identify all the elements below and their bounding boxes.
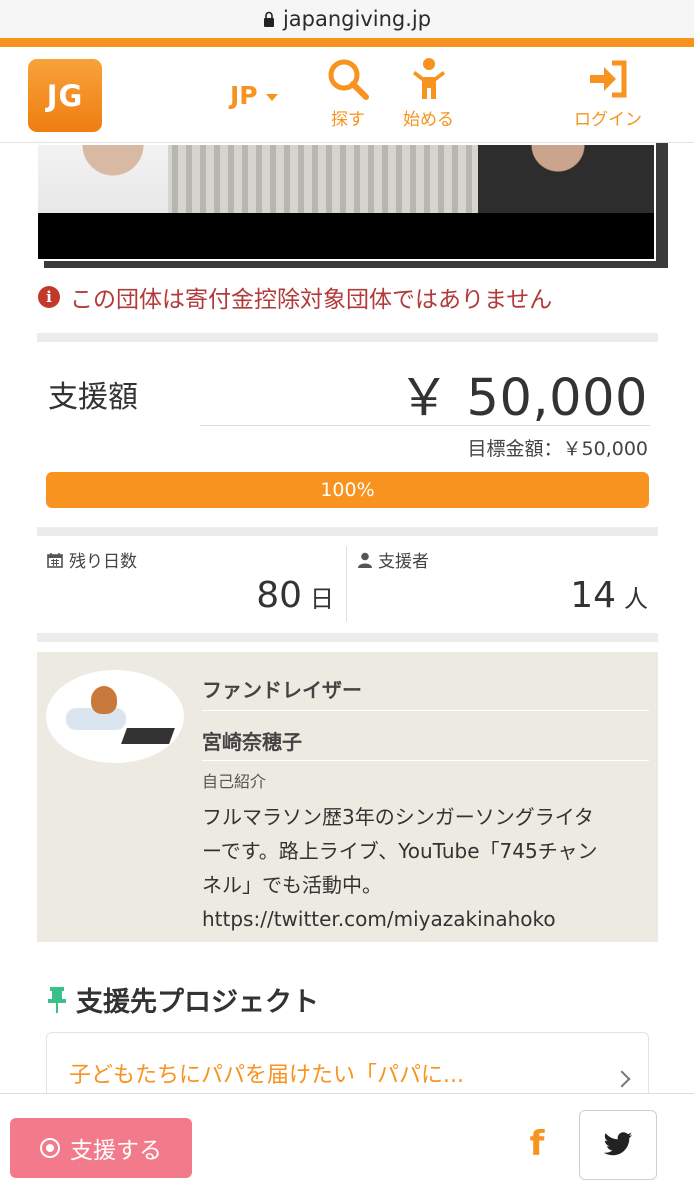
pin-icon	[48, 986, 66, 1013]
progress-label: 100%	[320, 479, 375, 501]
supporters-label: 支援者	[358, 547, 429, 572]
avatar-hair	[91, 686, 117, 714]
search-icon	[328, 59, 369, 100]
target-icon	[40, 1138, 60, 1158]
twitter-icon	[603, 1132, 633, 1156]
section-divider	[37, 333, 658, 342]
days-number: 80	[256, 575, 302, 616]
project-heading-text: 支援先プロジェクト	[76, 987, 319, 1018]
twitter-share-button[interactable]	[579, 1110, 657, 1180]
fundraiser-intro: フルマラソン歴3年のシンガーソングライタ ーです。路上ライブ、YouTube「7…	[202, 800, 654, 936]
language-label: JP	[230, 81, 258, 110]
funding-progress-bar: 100%	[46, 472, 649, 508]
progress-fill: 100%	[46, 472, 649, 508]
hero-black-bar	[38, 213, 654, 259]
notice-text: この団体は寄付金控除対象団体ではありません	[70, 287, 553, 313]
info-icon: i	[38, 286, 60, 308]
avatar-laptop	[121, 728, 175, 744]
url-text: japangiving.jp	[282, 7, 432, 31]
nav-login-label: ログイン	[574, 110, 642, 130]
support-button-label: 支援する	[70, 1138, 162, 1164]
fundraiser-divider	[202, 710, 649, 711]
stats-divider	[346, 546, 347, 622]
days-left-label: 残り日数	[47, 547, 137, 572]
chevron-down-icon	[265, 94, 278, 101]
nav-login[interactable]: ログイン	[574, 57, 642, 130]
days-left-text: 残り日数	[69, 552, 137, 572]
amount-divider	[200, 425, 650, 426]
nav-search-label: 探す	[331, 110, 365, 130]
fundraiser-avatar[interactable]	[46, 670, 184, 763]
facebook-icon: f	[529, 1124, 545, 1164]
intro-link[interactable]: https://twitter.com/miyazakinahoko	[202, 902, 654, 936]
intro-label: 自己紹介	[202, 772, 267, 791]
hero-person-left	[38, 145, 168, 213]
nav-start[interactable]: 始める	[403, 57, 454, 130]
nav-search[interactable]: 探す	[326, 57, 370, 130]
header-accent-line	[0, 38, 694, 47]
section-divider	[37, 527, 658, 536]
supporters-value: 14 人	[570, 575, 648, 616]
user-icon	[358, 552, 372, 568]
funding-target: 目標金額：￥50,000	[467, 438, 648, 460]
fundraiser-divider	[202, 760, 649, 761]
supporters-unit: 人	[624, 585, 648, 613]
hero-background	[158, 145, 518, 213]
intro-line: ネル」でも活動中。	[202, 873, 382, 897]
fundraiser-role: ファンドレイザー	[202, 678, 362, 702]
calendar-icon	[47, 552, 63, 568]
funding-amount: ￥ 50,000	[398, 369, 648, 428]
fundraiser-name[interactable]: 宮崎奈穂子	[202, 726, 302, 755]
funding-label: 支援額	[48, 380, 138, 415]
bottom-action-bar: 支援する f	[0, 1093, 694, 1200]
facebook-share-button[interactable]: f	[520, 1124, 554, 1164]
supporters-number: 14	[570, 575, 616, 616]
person-icon	[412, 58, 445, 99]
support-button[interactable]: 支援する	[10, 1118, 192, 1178]
days-unit: 日	[310, 585, 334, 613]
supporters-text: 支援者	[378, 552, 429, 572]
browser-url-bar[interactable]: japangiving.jp	[0, 0, 694, 38]
section-divider	[37, 633, 658, 642]
tax-deduction-notice: i この団体は寄付金控除対象団体ではありません	[38, 280, 552, 314]
hero-person-right	[478, 145, 654, 213]
intro-line: ーです。路上ライブ、YouTube「745チャン	[202, 839, 598, 863]
project-title[interactable]: 子どもたちにパパを届けたい「パパに...	[69, 1057, 464, 1089]
project-hero-image	[36, 143, 668, 268]
login-icon	[590, 60, 627, 98]
lock-icon	[263, 11, 274, 27]
project-heading: 支援先プロジェクト	[46, 980, 319, 1019]
site-header: JG JP 探す 始める ログイン	[0, 47, 694, 143]
chevron-right-icon	[613, 1070, 631, 1088]
nav-start-label: 始める	[403, 110, 454, 130]
intro-line: フルマラソン歴3年のシンガーソングライタ	[202, 805, 594, 829]
site-logo[interactable]: JG	[28, 59, 102, 132]
language-selector[interactable]: JP	[230, 81, 278, 110]
hero-photo	[36, 143, 656, 261]
days-left-value: 80 日	[256, 575, 334, 616]
